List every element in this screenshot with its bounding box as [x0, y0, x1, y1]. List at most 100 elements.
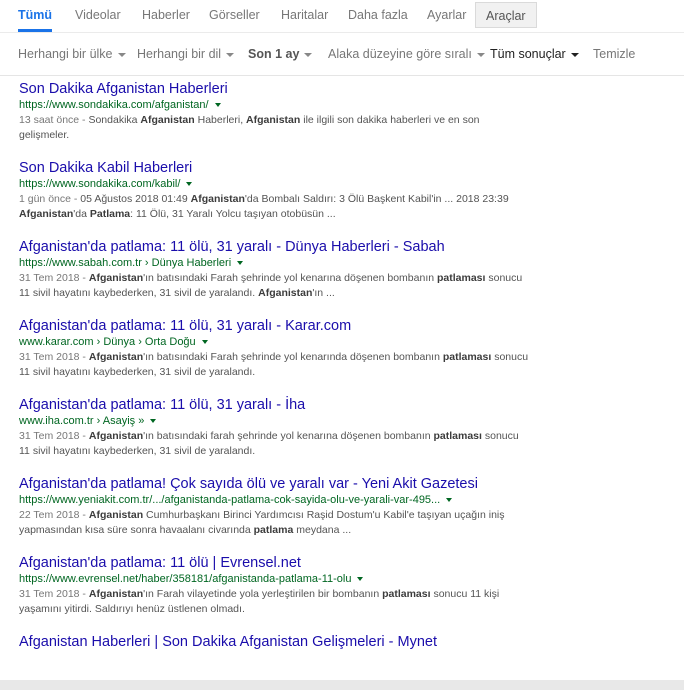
bottom-scroll-bar: [0, 680, 684, 690]
result-snippet: 13 saat önce - Sondakika Afganistan Habe…: [19, 113, 529, 143]
result-snippet: 1 gün önce - 05 Ağustos 2018 01:49 Afgan…: [19, 192, 529, 222]
sort-filter[interactable]: Alaka düzeyine göre sıralı: [328, 47, 485, 61]
all-results-filter[interactable]: Tüm sonuçlar: [490, 47, 579, 61]
result-title-link[interactable]: Son Dakika Afganistan Haberleri: [19, 80, 529, 98]
snippet-text: 'ın batısındaki Farah şehrinde yol kenar…: [143, 272, 437, 284]
snippet-highlight: Afganistan: [88, 430, 144, 442]
snippet-text: 'ın ...: [312, 287, 335, 299]
result-title-link[interactable]: Afganistan'da patlama! Çok sayıda ölü ve…: [19, 475, 529, 493]
result-url: www.karar.com › Dünya › Orta Doğu: [19, 335, 529, 350]
time-filter-label: Son 1 ay: [248, 47, 300, 61]
chevron-down-icon: [304, 52, 313, 57]
result-title-link[interactable]: Afganistan'da patlama: 11 ölü, 31 yaralı…: [19, 317, 529, 335]
snippet-highlight: Afganistan: [88, 272, 144, 284]
tab-images[interactable]: Görseller: [209, 0, 260, 32]
tab-news[interactable]: Haberler: [142, 0, 190, 32]
tab-more[interactable]: Daha fazla: [348, 0, 408, 32]
search-result: Afganistan Haberleri | Son Dakika Afgani…: [19, 633, 529, 651]
tab-all[interactable]: Tümü: [18, 0, 53, 32]
snippet-highlight: Afganistan: [140, 114, 195, 126]
result-date: 31 Tem 2018 -: [19, 351, 89, 363]
snippet-highlight: Patlama: [89, 208, 131, 220]
sort-filter-label: Alaka düzeyine göre sıralı: [328, 47, 472, 61]
tab-maps[interactable]: Haritalar: [281, 0, 328, 32]
snippet-text: meydana ...: [293, 524, 352, 536]
snippet-highlight: patlaması: [442, 351, 492, 363]
search-tools-bar: Herhangi bir ülke Herhangi bir dil Son 1…: [0, 33, 684, 76]
result-snippet: 31 Tem 2018 - Afganistan'ın batısındaki …: [19, 350, 529, 380]
caret-down-icon[interactable]: [237, 261, 244, 266]
caret-down-icon[interactable]: [186, 182, 193, 187]
chevron-down-icon: [226, 52, 235, 57]
result-url: https://www.sondakika.com/kabil/: [19, 177, 529, 192]
snippet-highlight: Afganistan: [246, 114, 301, 126]
caret-down-icon[interactable]: [357, 577, 364, 582]
search-result: Afganistan'da patlama: 11 ölü | Evrensel…: [19, 554, 529, 617]
result-url: https://www.evrensel.net/haber/358181/af…: [19, 572, 529, 587]
result-url-text: https://www.yeniakit.com.tr/.../afganist…: [19, 494, 441, 506]
snippet-highlight: Afganistan: [88, 351, 144, 363]
snippet-highlight: patlama: [253, 524, 294, 536]
chevron-down-icon: [476, 52, 485, 57]
country-filter-label: Herhangi bir ülke: [18, 47, 113, 61]
result-url: https://www.yeniakit.com.tr/.../afganist…: [19, 493, 529, 508]
result-date: 31 Tem 2018 -: [19, 272, 89, 284]
snippet-text: 05 Ağustos 2018 01:49: [80, 193, 191, 205]
snippet-highlight: patlaması: [437, 272, 486, 284]
search-result: Afganistan'da patlama: 11 ölü, 31 yaralı…: [19, 396, 529, 459]
tab-videos[interactable]: Videolar: [75, 0, 121, 32]
snippet-text: Sondakika: [88, 114, 141, 126]
snippet-text: 'ın batısındaki farah şehrinde yol kenar…: [143, 430, 434, 442]
search-result: Son Dakika Kabil Haberleri https://www.so…: [19, 159, 529, 222]
result-snippet: 31 Tem 2018 - Afganistan'ın batısındaki …: [19, 271, 529, 301]
snippet-highlight: patlaması: [433, 430, 482, 442]
snippet-highlight: Afganistan: [88, 588, 144, 600]
caret-down-icon[interactable]: [214, 103, 221, 108]
result-date: 13 saat önce -: [19, 114, 89, 126]
result-snippet: 31 Tem 2018 - Afganistan'ın Farah vilaye…: [19, 587, 529, 617]
snippet-highlight: Afganistan: [258, 287, 313, 299]
result-title-link[interactable]: Son Dakika Kabil Haberleri: [19, 159, 529, 177]
result-title-link[interactable]: Afganistan'da patlama: 11 ölü, 31 yaralı…: [19, 238, 529, 256]
language-filter[interactable]: Herhangi bir dil: [137, 47, 235, 61]
country-filter[interactable]: Herhangi bir ülke: [18, 47, 126, 61]
result-title-link[interactable]: Afganistan Haberleri | Son Dakika Afgani…: [19, 633, 529, 651]
snippet-text: Haberleri,: [194, 114, 247, 126]
search-tabs-bar: Tümü Videolar Haberler Görseller Harital…: [0, 0, 684, 33]
tab-tools[interactable]: Araçlar: [475, 2, 537, 28]
result-url-text: https://www.evrensel.net/haber/358181/af…: [19, 573, 352, 585]
search-results-list: Son Dakika Afganistan Haberleri https://w…: [19, 80, 529, 667]
result-date: 1 gün önce -: [19, 193, 81, 205]
result-date: 31 Tem 2018 -: [19, 588, 89, 600]
search-result: Afganistan'da patlama: 11 ölü, 31 yaralı…: [19, 317, 529, 380]
result-date: 31 Tem 2018 -: [19, 430, 89, 442]
snippet-text: : 11 Ölü, 31 Yaralı Yolcu taşıyan otobüs…: [130, 208, 336, 220]
clear-filters-link[interactable]: Temizle: [593, 47, 635, 61]
result-url: https://www.sabah.com.tr › Dünya Haberle…: [19, 256, 529, 271]
caret-down-icon[interactable]: [201, 340, 208, 345]
result-date: 22 Tem 2018 -: [19, 509, 89, 521]
snippet-text: 'ın batısındaki Farah şehrinde yol kenar…: [143, 351, 443, 363]
search-result: Son Dakika Afganistan Haberleri https://w…: [19, 80, 529, 143]
result-url: www.iha.com.tr › Asayiş »: [19, 414, 529, 429]
result-url-text: www.iha.com.tr › Asayiş »: [19, 415, 145, 427]
time-filter[interactable]: Son 1 ay: [248, 47, 313, 61]
chevron-down-icon: [117, 52, 126, 57]
snippet-text: 'da: [73, 208, 90, 220]
result-url-text: https://www.sabah.com.tr › Dünya Haberle…: [19, 257, 232, 269]
search-result: Afganistan'da patlama! Çok sayıda ölü ve…: [19, 475, 529, 538]
language-filter-label: Herhangi bir dil: [137, 47, 222, 61]
snippet-highlight: Afganistan: [190, 193, 245, 205]
result-title-link[interactable]: Afganistan'da patlama: 11 ölü | Evrensel…: [19, 554, 529, 572]
result-url-text: www.karar.com › Dünya › Orta Doğu: [19, 336, 196, 348]
caret-down-icon[interactable]: [446, 498, 453, 503]
result-snippet: 22 Tem 2018 - Afganistan Cumhurbaşkanı B…: [19, 508, 529, 538]
caret-down-icon[interactable]: [150, 419, 157, 424]
result-url-text: https://www.sondakika.com/afganistan/: [19, 99, 209, 111]
result-snippet: 31 Tem 2018 - Afganistan'ın batısındaki …: [19, 429, 529, 459]
snippet-text: 'ın Farah vilayetinde yola yerleştirilen…: [143, 588, 383, 600]
result-title-link[interactable]: Afganistan'da patlama: 11 ölü, 31 yaralı…: [19, 396, 529, 414]
result-url: https://www.sondakika.com/afganistan/: [19, 98, 529, 113]
tab-settings[interactable]: Ayarlar: [427, 0, 466, 32]
snippet-highlight: Afganistan: [88, 509, 144, 521]
